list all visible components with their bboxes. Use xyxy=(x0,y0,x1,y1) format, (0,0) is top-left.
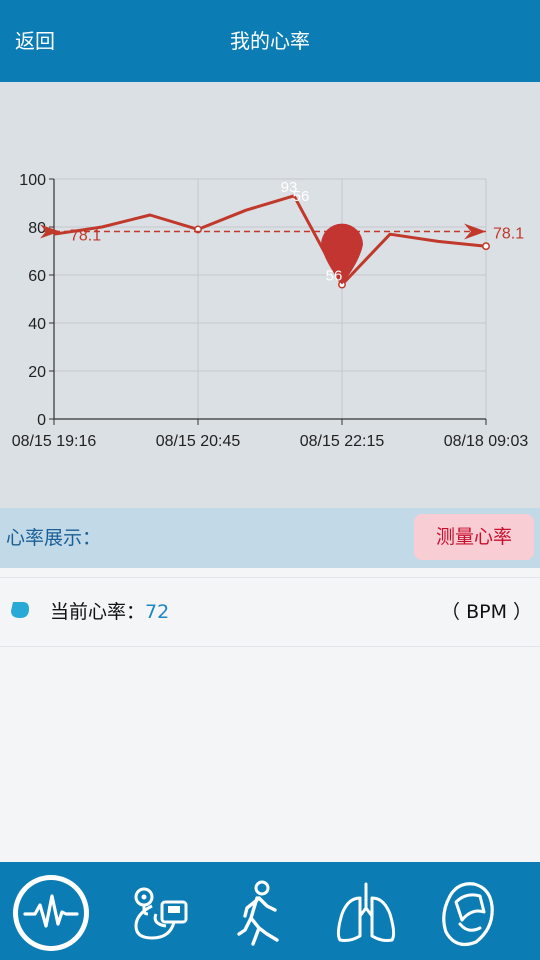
blood-pressure-icon xyxy=(134,887,188,940)
header-bar: 返回 我的心率 xyxy=(0,0,540,82)
y-tick-label: 20 xyxy=(28,364,46,381)
y-tick-label: 100 xyxy=(19,172,46,189)
average-label-left: 78.1 xyxy=(70,228,101,245)
tab-lungs[interactable] xyxy=(326,862,406,960)
current-heart-rate-label: 当前心率：72 xyxy=(50,599,169,625)
section-header: 心率展示： 测量心率 xyxy=(0,508,540,568)
walking-icon xyxy=(237,880,279,946)
x-tick-label: 08/15 22:15 xyxy=(300,433,385,450)
data-label-max-2: 56 xyxy=(293,188,310,205)
y-tick-label: 40 xyxy=(28,316,46,333)
x-tick-label: 08/15 19:16 xyxy=(12,433,97,450)
wristband-icon xyxy=(442,882,494,946)
series-line xyxy=(53,194,487,287)
page-title: 我的心率 xyxy=(230,29,310,53)
data-point xyxy=(482,242,490,251)
current-heart-rate-value: 72 xyxy=(145,601,170,623)
tab-blood-pressure[interactable] xyxy=(122,862,202,960)
heart-rate-icon xyxy=(13,875,89,951)
heart-rate-chart: 0 20 40 60 80 100 08/15 19:16 08/15 20:45 08/15 … xyxy=(0,82,540,508)
data-label-min: 56 xyxy=(326,268,343,285)
measure-heart-rate-button[interactable]: 测量心率 xyxy=(414,514,534,560)
current-heart-rate-row: 当前心率：72 （ BPM ） xyxy=(0,577,540,647)
tab-wristband[interactable] xyxy=(428,862,508,960)
bottom-tab-bar xyxy=(0,862,540,960)
drop-icon xyxy=(11,602,29,618)
lungs-icon xyxy=(336,882,396,942)
chart-canvas: 02040608010008/15 19:16 08/15 20:45 08/15 … xyxy=(12,172,529,450)
average-label-right: 78.1 xyxy=(493,226,524,243)
y-tick-label: 0 xyxy=(37,412,46,429)
section-label: 心率展示： xyxy=(6,527,102,549)
x-tick-label: 08/15 20:45 xyxy=(156,433,241,450)
x-tick-label: 08/18 09:03 xyxy=(444,433,529,450)
tab-walking[interactable] xyxy=(221,862,301,960)
current-label-text: 当前心率： xyxy=(50,601,146,623)
y-tick-label: 60 xyxy=(28,268,46,285)
unit-label: （ BPM ） xyxy=(441,601,532,623)
tab-heart-rate[interactable] xyxy=(11,862,91,960)
